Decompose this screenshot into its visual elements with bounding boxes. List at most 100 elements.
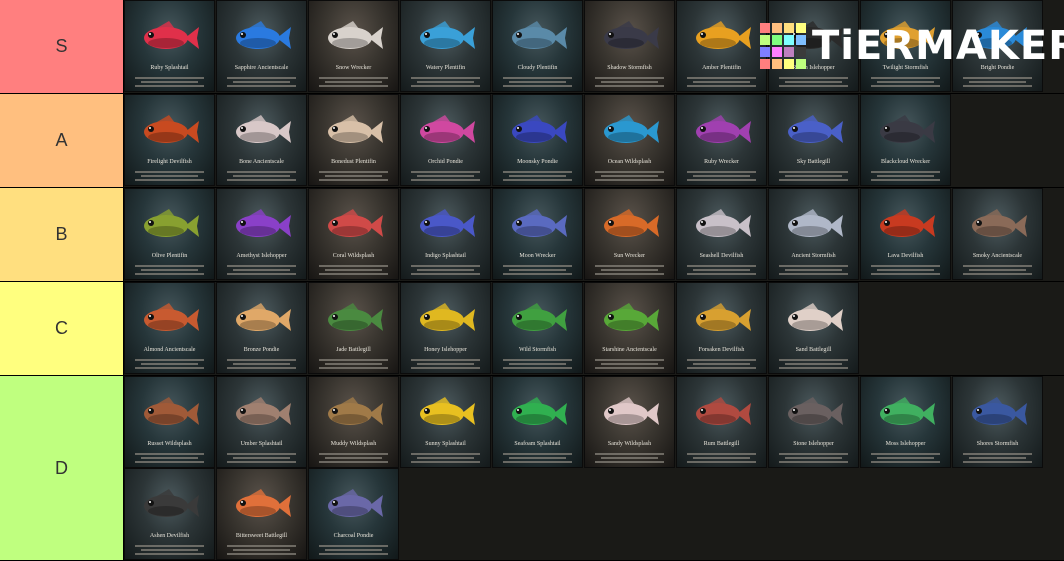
fish-card[interactable]: Moon Wrecker bbox=[492, 188, 583, 280]
fish-card[interactable]: Amber Plentifin bbox=[676, 0, 767, 92]
fish-card[interactable]: Cloudy Plentifin bbox=[492, 0, 583, 92]
fish-card[interactable]: Sunny Splashtail bbox=[400, 376, 491, 468]
fish-description bbox=[223, 543, 300, 557]
fish-card[interactable]: Moonsky Pondie bbox=[492, 94, 583, 186]
fish-card[interactable]: Almond Ancientscale bbox=[124, 282, 215, 374]
fish-card[interactable]: Ocean Wildsplash bbox=[584, 94, 675, 186]
fish-card[interactable]: Sapphire Ancientscale bbox=[216, 0, 307, 92]
tier-label[interactable]: D bbox=[0, 376, 124, 560]
tier-label[interactable]: S bbox=[0, 0, 124, 93]
fish-card[interactable]: Sandy Wildsplash bbox=[584, 376, 675, 468]
fish-name: Stone Islehopper bbox=[793, 441, 834, 447]
tier-row-b: B Olive Plentifin Amethyst Islehopper Coral… bbox=[0, 188, 1064, 282]
fish-card[interactable]: Rum Battlegill bbox=[676, 376, 767, 468]
fish-icon bbox=[236, 115, 291, 143]
logo-grid-square bbox=[784, 23, 794, 33]
fish-card[interactable]: Sun Wrecker bbox=[584, 188, 675, 280]
fish-card[interactable]: Ancient Stormfish bbox=[768, 188, 859, 280]
fish-card[interactable]: Bittersweet Battlegill bbox=[216, 468, 307, 560]
fish-card[interactable]: Snow Wrecker bbox=[308, 0, 399, 92]
fish-card[interactable]: Watery Plentifin bbox=[400, 0, 491, 92]
fish-icon bbox=[788, 115, 843, 143]
fish-name: Forsaken Devilfish bbox=[698, 347, 745, 353]
tier-row-d: D Russet Wildsplash Umber Splashtail Muddy … bbox=[0, 376, 1064, 561]
fish-card[interactable]: Seashell Devilfish bbox=[676, 188, 767, 280]
fish-card[interactable]: Firelight Devilfish bbox=[124, 94, 215, 186]
fish-description bbox=[407, 357, 484, 371]
fish-card[interactable]: Umber Splashtail bbox=[216, 376, 307, 468]
fish-name: Amethyst Islehopper bbox=[236, 253, 287, 259]
fish-icon bbox=[604, 303, 659, 331]
fish-name: Orchid Pondie bbox=[428, 159, 463, 165]
fish-icon bbox=[696, 21, 751, 49]
logo-grid-icon bbox=[760, 23, 806, 69]
tier-items: Olive Plentifin Amethyst Islehopper Coral … bbox=[124, 188, 1044, 281]
tier-label[interactable]: C bbox=[0, 282, 124, 375]
logo-grid-square bbox=[796, 47, 806, 57]
fish-card[interactable]: Blackcloud Wrecker bbox=[860, 94, 951, 186]
fish-description bbox=[775, 357, 852, 371]
fish-card[interactable]: Orchid Pondie bbox=[400, 94, 491, 186]
fish-card[interactable]: Lava Devilfish bbox=[860, 188, 951, 280]
fish-name: Amber Plentifin bbox=[702, 65, 741, 71]
fish-name: Bonedust Plentifin bbox=[331, 159, 376, 165]
fish-description bbox=[407, 75, 484, 89]
fish-card[interactable]: Forsaken Devilfish bbox=[676, 282, 767, 374]
fish-description bbox=[683, 357, 760, 371]
fish-card[interactable]: Amethyst Islehopper bbox=[216, 188, 307, 280]
fish-description bbox=[775, 263, 852, 277]
fish-card[interactable]: Shores Stormfish bbox=[952, 376, 1043, 468]
fish-card[interactable]: Russet Wildsplash bbox=[124, 376, 215, 468]
fish-card[interactable]: Ruby Splashtail bbox=[124, 0, 215, 92]
fish-name: Charcoal Pondie bbox=[333, 533, 374, 539]
fish-card[interactable]: Seafoam Splashtail bbox=[492, 376, 583, 468]
fish-card[interactable]: Bronze Pondie bbox=[216, 282, 307, 374]
fish-description bbox=[407, 451, 484, 465]
fish-description bbox=[223, 451, 300, 465]
fish-icon bbox=[972, 209, 1027, 237]
fish-name: Olive Plentifin bbox=[151, 253, 188, 259]
fish-description bbox=[499, 169, 576, 183]
fish-name: Umber Splashtail bbox=[240, 441, 283, 447]
fish-icon bbox=[420, 397, 475, 425]
fish-description bbox=[131, 543, 208, 557]
fish-icon bbox=[696, 397, 751, 425]
fish-card[interactable]: Wild Stormfish bbox=[492, 282, 583, 374]
fish-description bbox=[315, 75, 392, 89]
fish-card[interactable]: Smoky Ancientscale bbox=[952, 188, 1043, 280]
fish-card[interactable]: Moss Islehopper bbox=[860, 376, 951, 468]
fish-card[interactable]: Sky Battlegill bbox=[768, 94, 859, 186]
fish-description bbox=[499, 75, 576, 89]
fish-description bbox=[683, 263, 760, 277]
fish-card[interactable]: Bonedust Plentifin bbox=[308, 94, 399, 186]
logo-grid-square bbox=[784, 59, 794, 69]
fish-card[interactable]: Shadow Stormfish bbox=[584, 0, 675, 92]
fish-icon bbox=[512, 209, 567, 237]
fish-card[interactable]: Ashen Devilfish bbox=[124, 468, 215, 560]
fish-name: Ashen Devilfish bbox=[149, 533, 190, 539]
fish-card[interactable]: Coral Wildsplash bbox=[308, 188, 399, 280]
fish-description bbox=[223, 357, 300, 371]
fish-card[interactable]: Charcoal Pondie bbox=[308, 468, 399, 560]
tier-label[interactable]: B bbox=[0, 188, 124, 281]
fish-card[interactable]: Sand Battlegill bbox=[768, 282, 859, 374]
logo-grid-square bbox=[784, 35, 794, 45]
fish-name: Smoky Ancientscale bbox=[972, 253, 1023, 259]
fish-icon bbox=[604, 21, 659, 49]
fish-name: Firelight Devilfish bbox=[147, 159, 192, 165]
fish-name: Sapphire Ancientscale bbox=[234, 65, 289, 71]
fish-card[interactable]: Honey Islehopper bbox=[400, 282, 491, 374]
fish-card[interactable]: Jade Battlegill bbox=[308, 282, 399, 374]
fish-card[interactable]: Olive Plentifin bbox=[124, 188, 215, 280]
fish-card[interactable]: Ruby Wrecker bbox=[676, 94, 767, 186]
fish-card[interactable]: Muddy Wildsplash bbox=[308, 376, 399, 468]
fish-card[interactable]: Indigo Splashtail bbox=[400, 188, 491, 280]
tiermaker-logo: TiERMAKER bbox=[760, 18, 1064, 74]
fish-description bbox=[131, 75, 208, 89]
fish-card[interactable]: Starshine Ancientscale bbox=[584, 282, 675, 374]
tier-label[interactable]: A bbox=[0, 94, 124, 187]
logo-grid-square bbox=[772, 47, 782, 57]
fish-card[interactable]: Stone Islehopper bbox=[768, 376, 859, 468]
fish-description bbox=[683, 169, 760, 183]
fish-card[interactable]: Bone Ancientscale bbox=[216, 94, 307, 186]
